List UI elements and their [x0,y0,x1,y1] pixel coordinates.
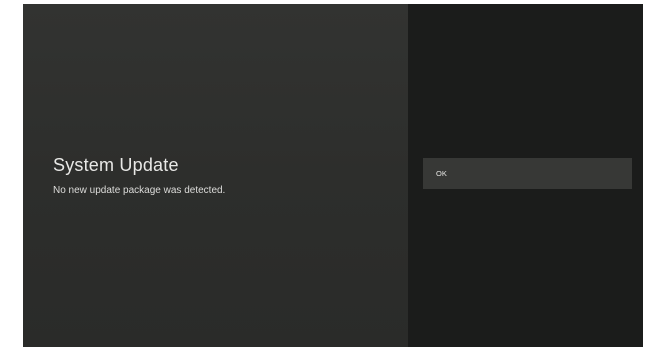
ok-button[interactable]: OK [423,158,632,189]
tv-screen: System Update No new update package was … [23,4,643,347]
ok-button-label: OK [436,169,447,178]
dialog-message: No new update package was detected. [53,185,226,196]
actions-pane: OK [408,4,643,347]
dialog-title: System Update [53,155,179,175]
dialog-info-pane: System Update No new update package was … [23,4,408,347]
